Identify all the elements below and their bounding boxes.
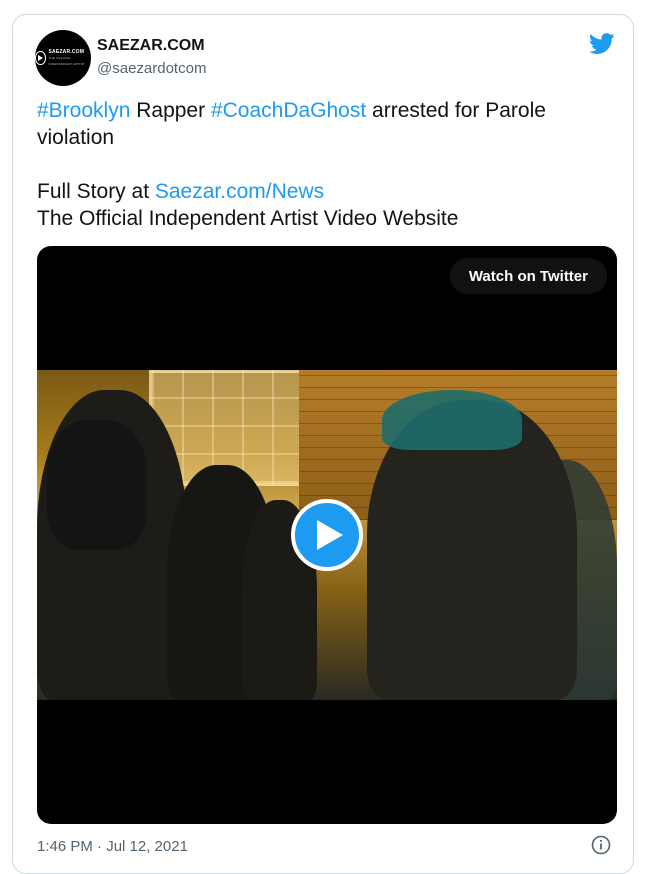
author-display-name[interactable]: SAEZAR.COM	[97, 37, 205, 55]
watch-on-twitter-button[interactable]: Watch on Twitter	[449, 258, 607, 294]
tweet-line-3: The Official Independent Artist Video We…	[37, 207, 459, 230]
saezar-news-link[interactable]: Saezar.com/News	[155, 180, 324, 203]
video-player[interactable]: Watch on Twitter	[37, 246, 617, 824]
hashtag-coachdaghost-link[interactable]: #CoachDaGhost	[211, 99, 366, 122]
tweet-body: #Brooklyn Rapper #CoachDaGhost arrested …	[37, 97, 607, 232]
play-icon	[316, 520, 343, 550]
tweet-text-segment: Rapper	[130, 99, 211, 122]
author-handle[interactable]: @saezardotcom	[97, 60, 206, 77]
avatar-subtext: THE OFFICIAL INDEPENDENT ARTIST	[48, 56, 85, 66]
avatar-play-icon	[35, 51, 46, 65]
tweet-line-2: Full Story at Saezar.com/News	[37, 178, 607, 205]
hashtag-brooklyn-link[interactable]: #Brooklyn	[37, 99, 130, 122]
tweet-line-1: #Brooklyn Rapper #CoachDaGhost arrested …	[37, 97, 607, 151]
avatar[interactable]: SAEZAR.COM THE OFFICIAL INDEPENDENT ARTI…	[35, 30, 91, 86]
info-icon[interactable]	[591, 835, 611, 855]
twitter-bird-icon[interactable]	[589, 33, 615, 55]
tweet-timestamp[interactable]: 1:46 PM · Jul 12, 2021	[37, 838, 188, 855]
tweet-text-segment: Full Story at	[37, 180, 155, 203]
play-button[interactable]	[291, 499, 363, 571]
tweet-card[interactable]: SAEZAR.COM THE OFFICIAL INDEPENDENT ARTI…	[12, 14, 634, 874]
avatar-logo: SAEZAR.COM THE OFFICIAL INDEPENDENT ARTI…	[35, 49, 91, 67]
